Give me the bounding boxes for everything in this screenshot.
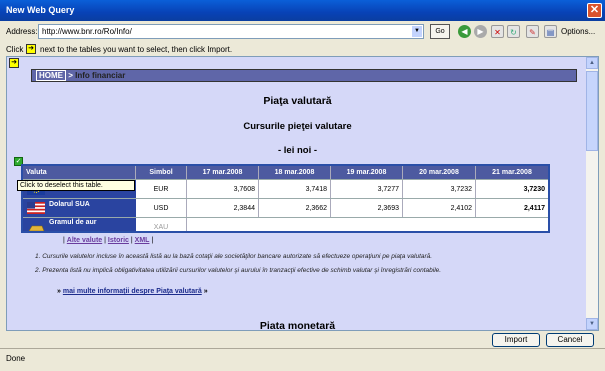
status-text: Done xyxy=(6,354,26,363)
title-bar: New Web Query ✕ xyxy=(0,0,605,21)
arrow-icon: ➜ xyxy=(26,44,36,54)
link-alte-valute[interactable]: Alte valute xyxy=(67,237,102,244)
vertical-scrollbar[interactable]: ▲ ▼ xyxy=(586,57,598,330)
currency-symbol: USD xyxy=(136,199,187,218)
link-xml[interactable]: XML xyxy=(135,237,150,244)
refresh-icon[interactable]: ↻ xyxy=(507,25,520,38)
web-page: ➜ HOME > Info financiar Piaţa valutară C… xyxy=(7,57,588,330)
header-date-5: 21 mar.2008 xyxy=(492,169,532,176)
status-bar: Done xyxy=(0,348,605,371)
currency-cell: Gramul de aur xyxy=(23,218,136,231)
header-date-1: 17 mar.2008 xyxy=(187,166,259,179)
link-separator: | xyxy=(151,237,154,244)
deselect-tooltip: Click to deselect this table. xyxy=(17,180,135,191)
link-separator: | xyxy=(63,237,65,244)
rate-cell: 2,3844 xyxy=(187,199,259,218)
header-date-4: 20 mar.2008 xyxy=(403,166,476,179)
page-select-arrow-icon[interactable]: ➜ xyxy=(9,58,19,68)
header-valuta: Valuta xyxy=(23,166,136,179)
currency-name: Dolarul SUA xyxy=(49,201,90,208)
currency-cell: Dolarul SUA xyxy=(23,199,136,218)
currency-symbol: XAU xyxy=(136,218,187,231)
close-icon: ✕ xyxy=(589,4,600,16)
table-row: Gramul de aur XAU xyxy=(23,217,548,231)
unit-label: - lei noi - xyxy=(277,145,318,156)
options-icon[interactable]: ▤ xyxy=(544,25,557,38)
rate-cell: 3,7608 xyxy=(187,180,259,199)
chevron-down-icon[interactable]: ▼ xyxy=(412,26,422,37)
link-separator: | xyxy=(104,237,106,244)
go-button[interactable]: Go xyxy=(430,24,450,39)
table-header-row: Valuta Simbol 17 mar.2008 18 mar.2008 19… xyxy=(23,166,548,179)
gold-bar-icon xyxy=(28,225,45,231)
rate-cell: 3,7232 xyxy=(403,180,476,199)
breadcrumb: HOME > Info financiar xyxy=(31,69,577,82)
page-title: Piaţa valutară xyxy=(263,95,332,107)
options-button[interactable]: Options... xyxy=(561,27,595,36)
scroll-thumb[interactable] xyxy=(586,71,598,151)
rate-cell: 2,4102 xyxy=(403,199,476,218)
rate-cell: 3,7418 xyxy=(259,180,331,199)
link-istoric[interactable]: Istoric xyxy=(108,237,129,244)
cancel-button[interactable]: Cancel xyxy=(546,333,594,347)
forward-icon[interactable]: ▶ xyxy=(474,25,487,38)
breadcrumb-separator: > xyxy=(68,71,73,80)
address-label: Address: xyxy=(6,27,38,36)
more-suffix: » xyxy=(203,288,208,295)
hint-bar: Click ➜ next to the tables you want to s… xyxy=(0,43,605,56)
web-viewport: ➜ HOME > Info financiar Piaţa valutară C… xyxy=(6,56,599,331)
us-flag-icon xyxy=(27,202,45,214)
more-info: » mai multe informaţii despre Piaţa valu… xyxy=(57,288,208,295)
close-button[interactable]: ✕ xyxy=(587,3,602,18)
more-prefix: » xyxy=(57,288,61,295)
hint-prefix: Click xyxy=(6,45,24,54)
address-value: http://www.bnr.ro/Ro/Info/ xyxy=(42,27,132,36)
hint-text: next to the tables you want to select, t… xyxy=(40,45,233,54)
section-title-piata-monetara: Piata monetară xyxy=(259,320,336,331)
header-date-2: 18 mar.2008 xyxy=(259,166,331,179)
rate-cell: 3,7277 xyxy=(331,180,403,199)
rate-cell-latest: 2,4117 xyxy=(523,205,545,212)
header-simbol: Simbol xyxy=(136,166,187,179)
table-links: | Alte valute | Istoric | XML | xyxy=(63,237,153,244)
window-title: New Web Query xyxy=(6,5,75,15)
address-bar: Address: http://www.bnr.ro/Ro/Info/ ▼ Go… xyxy=(0,21,605,43)
stop-icon[interactable]: ✕ xyxy=(491,25,504,38)
rate-cell-latest: 3,7230 xyxy=(523,186,545,193)
rate-cell: 2,3662 xyxy=(259,199,331,218)
more-info-link[interactable]: mai multe informaţii despre Piaţa valuta… xyxy=(63,288,202,295)
scroll-up-icon[interactable]: ▲ xyxy=(586,57,598,69)
rate-cell: 2,3693 xyxy=(331,199,403,218)
breadcrumb-current: Info financiar xyxy=(75,71,126,80)
scroll-down-icon[interactable]: ▼ xyxy=(586,318,598,330)
page-subtitle: Cursurile pieţei valutare xyxy=(243,121,352,132)
import-button[interactable]: Import xyxy=(492,333,540,347)
note-2: 2. Prezenta listă nu implică obligativit… xyxy=(35,267,442,274)
note-1: 1. Cursurile valutelor incluse în aceast… xyxy=(35,253,433,260)
header-date-3: 19 mar.2008 xyxy=(331,166,403,179)
currency-name: Gramul de aur xyxy=(49,219,97,226)
table-row: Dolarul SUA USD 2,3844 2,3662 2,3693 2,4… xyxy=(23,198,548,218)
address-input[interactable]: http://www.bnr.ro/Ro/Info/ ▼ xyxy=(38,24,424,39)
save-query-icon[interactable]: ✎ xyxy=(526,25,539,38)
link-separator: | xyxy=(130,237,133,244)
back-icon[interactable]: ◀ xyxy=(458,25,471,38)
rates-table[interactable]: Valuta Simbol 17 mar.2008 18 mar.2008 19… xyxy=(21,164,550,233)
currency-symbol: EUR xyxy=(136,180,187,199)
breadcrumb-home[interactable]: HOME xyxy=(36,70,66,81)
